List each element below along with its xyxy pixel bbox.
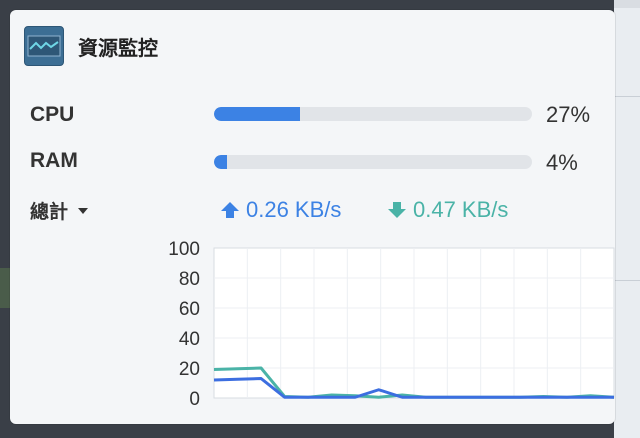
background-divider: [614, 96, 640, 97]
y-tick-label: 80: [179, 269, 200, 290]
background-panel: [614, 0, 640, 438]
background-strip: [0, 268, 10, 308]
resource-monitor-widget: 資源監控 CPU 27% RAM 4% 總計 0.26 KB/s 0.47 KB…: [10, 10, 615, 424]
y-tick-label: 60: [179, 299, 200, 320]
y-tick-label: 20: [179, 359, 200, 380]
y-tick-label: 100: [168, 239, 200, 260]
background-divider: [614, 0, 640, 8]
y-tick-label: 40: [179, 329, 200, 350]
y-tick-label: 0: [189, 389, 200, 410]
background-divider: [614, 280, 640, 281]
network-traffic-chart: 100 80 60 40 20 0: [168, 239, 615, 410]
